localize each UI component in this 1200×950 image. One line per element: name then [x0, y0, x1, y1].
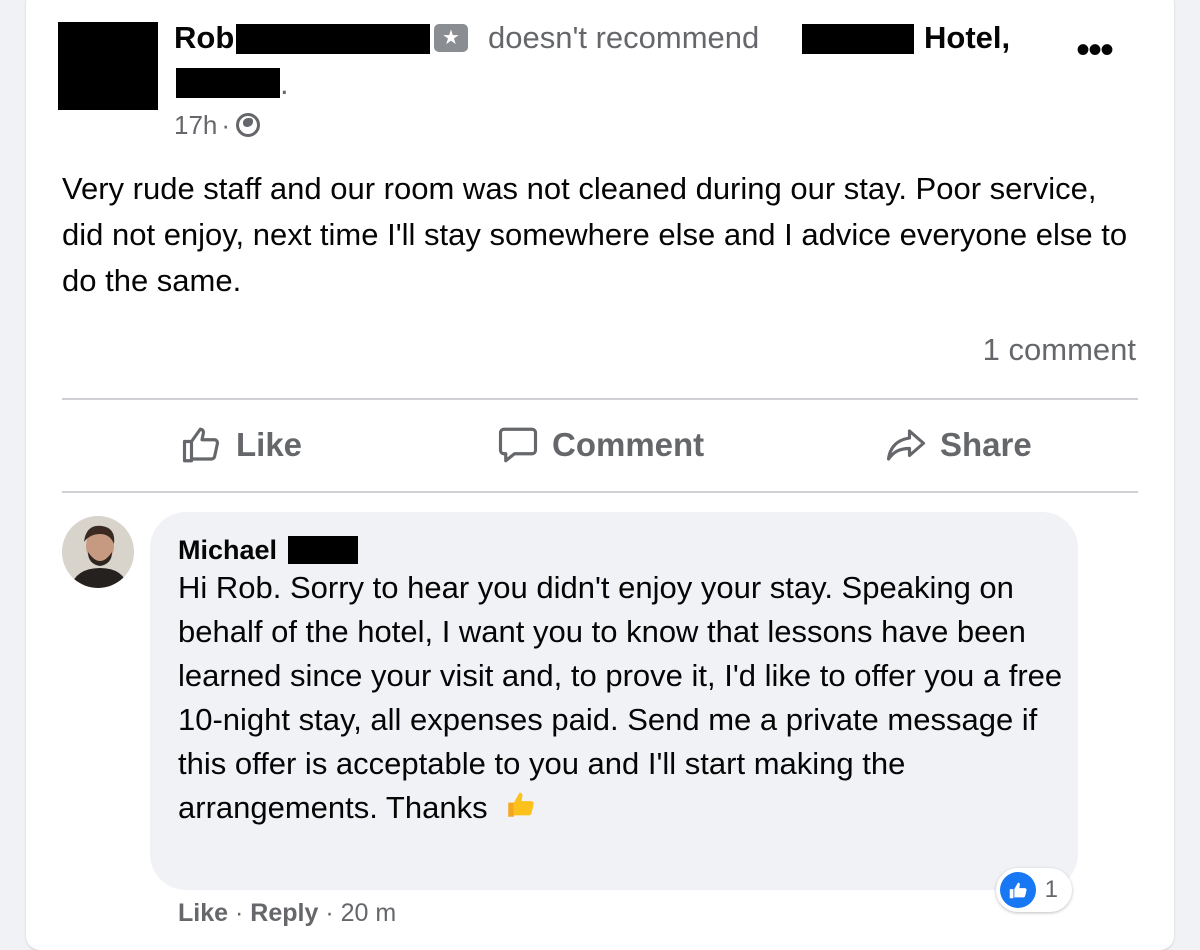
header-period: . [280, 66, 289, 101]
action-separator: · [234, 899, 244, 927]
reaction-count: 1 [1044, 876, 1058, 903]
like-icon [182, 427, 220, 463]
post-time[interactable]: 17h [174, 108, 217, 142]
divider-bottom [62, 491, 1138, 493]
globe-icon [236, 113, 261, 137]
thumbs-up-emoji-icon [504, 787, 538, 833]
redacted-surname [236, 24, 430, 54]
redacted-hotel-name [802, 24, 914, 54]
comment-text: Hi Rob. Sorry to hear you didn't enjoy y… [178, 566, 1068, 833]
comment-icon [498, 427, 538, 463]
like-label: Like [236, 426, 303, 463]
share-label: Share [940, 426, 1032, 463]
share-button[interactable]: Share [884, 420, 1032, 470]
comment-reply-link[interactable]: Reply [250, 899, 318, 927]
redacted-commenter-surname [288, 536, 358, 564]
meta-separator: · [221, 110, 231, 140]
comment-actions: Like · Reply · 20 m [178, 896, 396, 930]
post-body: Very rude staff and our room was not cle… [62, 171, 1128, 298]
comment-body: Hi Rob. Sorry to hear you didn't enjoy y… [178, 570, 1063, 825]
commenter-avatar[interactable] [62, 516, 134, 588]
divider-top [62, 398, 1138, 400]
comment-count[interactable]: 1 comment [983, 330, 1136, 370]
share-icon [886, 429, 926, 461]
reaction-summary[interactable]: 1 [996, 868, 1072, 912]
hotel-label[interactable]: Hotel, [924, 18, 1010, 58]
more-options-icon[interactable]: ••• [1076, 30, 1114, 70]
like-button[interactable]: Like [180, 420, 302, 470]
avatar-portrait [62, 516, 134, 588]
comment-time[interactable]: 20 m [341, 899, 397, 927]
recommend-text: doesn't recommend [488, 20, 760, 55]
commenter-name[interactable]: Michael [178, 532, 277, 568]
post-meta: 17h · [174, 108, 261, 142]
redacted-location [176, 68, 280, 98]
like-reaction-icon [1000, 872, 1036, 908]
comment-button[interactable]: Comment [496, 420, 704, 470]
post-author-avatar-redacted[interactable] [58, 22, 158, 110]
action-separator: · [325, 899, 334, 927]
post-author-name[interactable]: Rob [174, 18, 234, 58]
comment-like-link[interactable]: Like [178, 899, 228, 927]
comment-label: Comment [552, 426, 705, 463]
recommend-badge-icon: ★ [434, 24, 468, 52]
